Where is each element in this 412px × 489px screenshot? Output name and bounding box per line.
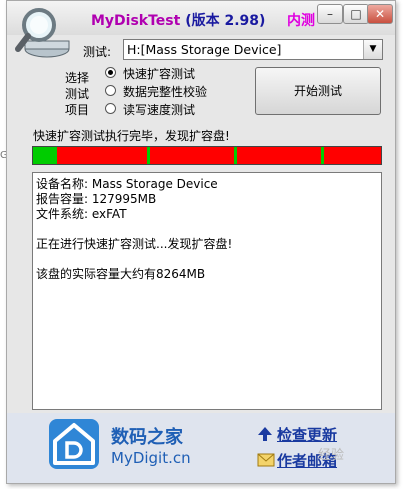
radio-quick-capacity[interactable]	[105, 67, 116, 78]
envelope-icon	[257, 453, 275, 467]
arrow-up-icon	[258, 427, 272, 441]
options-label-select: 选择	[65, 71, 90, 85]
options-label-item: 项目	[65, 103, 90, 117]
brand-name-en[interactable]: MyDigit.cn	[111, 449, 191, 467]
restore-button[interactable]: □	[343, 4, 369, 24]
option-quick-capacity-label[interactable]: 快速扩容测试	[123, 65, 195, 82]
title-beta-label: 内测	[287, 13, 315, 29]
progress-marker	[321, 147, 324, 164]
option-data-integrity-label[interactable]: 数据完整性校验	[123, 83, 207, 100]
check-update-link[interactable]: 检查更新	[277, 424, 337, 445]
house-d-logo-icon[interactable]	[47, 417, 101, 471]
test-label: 测试:	[83, 45, 112, 59]
background-strip	[396, 0, 412, 489]
options-label-test: 测试	[65, 87, 90, 101]
radio-speed-test[interactable]	[105, 103, 116, 114]
log-line: 该盘的实际容量大约有8264MB	[36, 267, 206, 281]
app-window: MyDiskTest (版本 2.98) 内测 – □ ✕ 测试: H:[Mas…	[6, 0, 396, 484]
option-speed-test-label[interactable]: 读写速度测试	[123, 101, 195, 118]
start-test-button[interactable]: 开始测试	[255, 67, 381, 115]
close-button[interactable]: ✕	[367, 4, 393, 24]
minimize-button[interactable]: –	[317, 4, 343, 24]
progress-marker	[234, 147, 237, 164]
log-line: 报告容量: 127995MB	[36, 192, 157, 206]
progress-marker	[147, 147, 150, 164]
log-line: 正在进行快速扩容测试...发现扩容盘!	[36, 237, 233, 251]
log-line: 文件系统: exFAT	[36, 207, 127, 221]
progress-fill	[33, 147, 57, 164]
magnifier-disk-icon	[15, 8, 70, 58]
chevron-down-icon[interactable]: ▼	[363, 40, 382, 59]
device-select-value: H:[Mass Storage Device]	[127, 42, 282, 57]
capacity-progress-bar	[32, 146, 382, 165]
log-line: 设备名称: Mass Storage Device	[36, 177, 218, 191]
watermark-text: 经验	[318, 448, 345, 463]
window-title: MyDiskTest (版本 2.98)	[91, 13, 266, 29]
device-select[interactable]: H:[Mass Storage Device] ▼	[123, 39, 383, 60]
result-log: 设备名称: Mass Storage Device 报告容量: 127995MB…	[32, 172, 382, 410]
brand-name-cn[interactable]: 数码之家	[111, 423, 183, 449]
status-message: 快速扩容测试执行完毕，发现扩容盘!	[33, 129, 230, 143]
radio-data-integrity[interactable]	[105, 85, 116, 96]
